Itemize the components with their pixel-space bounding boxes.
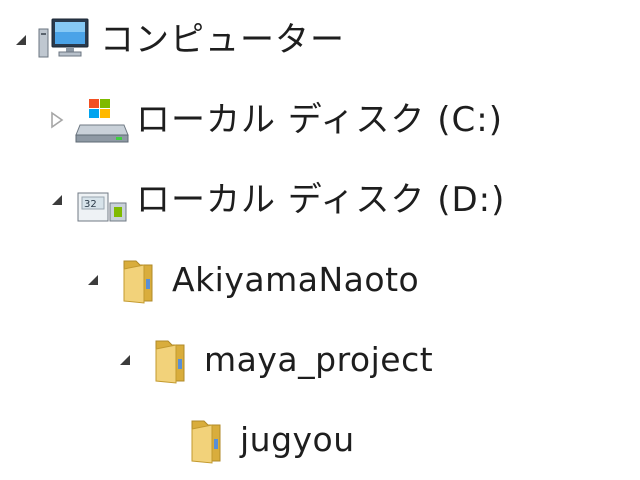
expanded-arrow-icon[interactable] [78,248,108,312]
tree-item-folder-akiyamanaoto[interactable]: AkiyamaNaoto [78,248,419,312]
expanded-arrow-icon[interactable] [110,328,140,392]
tree-item-folder-jugyou[interactable]: jugyou [146,408,355,472]
tree-item-label: maya_project [204,340,434,379]
tree-item-label: コンピューター [100,20,345,60]
collapsed-arrow-icon[interactable] [42,88,72,152]
local-drive-icon: 32 [72,172,132,228]
tree-item-label: jugyou [240,420,355,459]
expander-placeholder [146,408,176,472]
folder-icon [176,412,236,468]
expanded-arrow-icon[interactable] [42,168,72,232]
system-drive-icon [72,92,132,148]
expanded-arrow-icon[interactable] [6,8,36,72]
tree-item-folder-maya-project[interactable]: maya_project [110,328,433,392]
tree-item-label: AkiyamaNaoto [172,260,420,299]
computer-icon [36,12,96,68]
tree-item-drive-d[interactable]: 32 ローカル ディスク (D:) [42,168,505,232]
tree-item-label: ローカル ディスク (C:) [136,100,503,140]
tree-item-label: ローカル ディスク (D:) [136,180,506,220]
folder-icon [108,252,168,308]
folder-icon [140,332,200,388]
svg-text:32: 32 [84,199,97,210]
tree-item-computer[interactable]: コンピューター [6,8,345,72]
tree-item-drive-c[interactable]: ローカル ディスク (C:) [42,88,503,152]
navigation-tree: コンピューター ローカル ディスク (C:) 32 ローカル ディスク (D:)… [0,0,640,480]
